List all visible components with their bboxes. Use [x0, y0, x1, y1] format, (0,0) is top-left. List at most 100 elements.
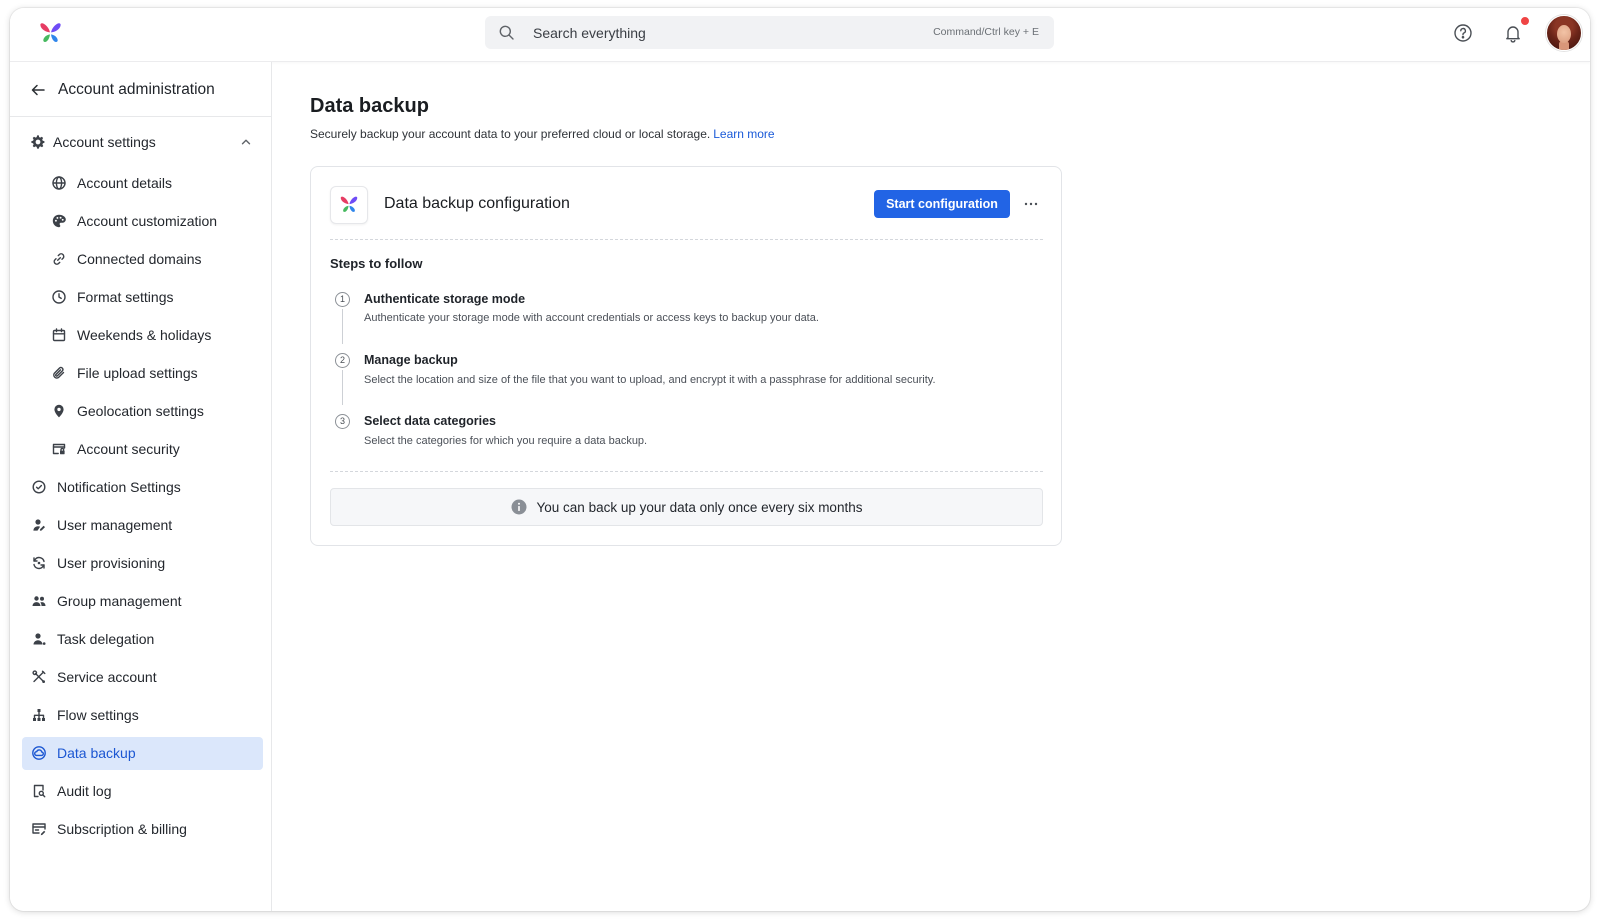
sidebar-item-audit-log[interactable]: Audit log — [10, 772, 271, 810]
sidebar-item-subscription-billing[interactable]: Subscription & billing — [10, 810, 271, 848]
backup-config-card: Data backup configuration Start configur… — [310, 166, 1062, 546]
search-shortcut-hint: Command/Ctrl key + E — [933, 26, 1039, 38]
chevron-up-icon[interactable] — [239, 135, 253, 149]
gear-icon — [30, 134, 46, 150]
help-circle-icon[interactable] — [1453, 23, 1473, 43]
search-icon — [498, 24, 515, 41]
sidebar-item-geolocation-settings[interactable]: Geolocation settings — [10, 392, 271, 430]
step-number: 2 — [335, 353, 350, 368]
top-bar: Command/Ctrl key + E — [10, 8, 1590, 62]
hierarchy-icon — [31, 707, 47, 723]
user-edit-icon — [31, 517, 47, 533]
sidebar-item-user-provisioning[interactable]: User provisioning — [10, 544, 271, 582]
butterfly-logo[interactable] — [37, 20, 64, 47]
clock-icon — [51, 289, 67, 305]
sidebar-item-label: User management — [57, 517, 173, 533]
sidebar-item-account-customization[interactable]: Account customization — [10, 202, 271, 240]
step-connector — [342, 370, 343, 405]
sidebar-item-label: Geolocation settings — [77, 403, 204, 419]
app-window: Command/Ctrl key + E Account administrat… — [10, 8, 1590, 911]
billing-icon — [31, 821, 47, 837]
link-icon — [51, 251, 67, 267]
start-configuration-button[interactable]: Start configuration — [874, 190, 1010, 218]
sidebar-group-label: Account settings — [53, 134, 156, 150]
card-title: Data backup configuration — [384, 195, 570, 212]
sidebar-header: Account administration — [10, 62, 271, 117]
notification-unread-dot — [1520, 16, 1530, 26]
user-avatar[interactable] — [1546, 15, 1582, 51]
step-number: 3 — [335, 414, 350, 429]
globe-icon — [51, 175, 67, 191]
sidebar-item-label: Account security — [77, 441, 180, 457]
sidebar-item-label: Account details — [77, 175, 172, 191]
butterfly-logo — [330, 186, 368, 224]
sidebar-item-connected-domains[interactable]: Connected domains — [10, 240, 271, 278]
map-pin-icon — [51, 403, 67, 419]
sidebar-item-notification-settings[interactable]: Notification Settings — [10, 468, 271, 506]
calendar-icon — [51, 327, 67, 343]
card-divider-top — [330, 239, 1043, 240]
sidebar-item-weekends-holidays[interactable]: Weekends & holidays — [10, 316, 271, 354]
step-title: Select data categories — [364, 414, 497, 428]
bell-icon[interactable] — [1503, 23, 1523, 43]
palette-icon — [51, 213, 67, 229]
cloud-backup-icon — [31, 745, 47, 761]
sidebar-title: Account administration — [58, 81, 215, 98]
sidebar-item-label: Group management — [57, 593, 182, 609]
step-description: Authenticate your storage mode with acco… — [364, 312, 819, 324]
group-icon — [31, 593, 47, 609]
sidebar-item-format-settings[interactable]: Format settings — [10, 278, 271, 316]
page-subtitle: Securely backup your account data to you… — [310, 126, 775, 142]
notice-text: You can back up your data only once ever… — [536, 499, 863, 515]
more-horizontal-icon[interactable] — [1022, 195, 1040, 213]
sidebar-item-label: Account customization — [77, 213, 218, 229]
sidebar: Account administration Account settings … — [10, 62, 272, 911]
sidebar-item-label: Notification Settings — [57, 479, 181, 495]
paperclip-icon — [51, 365, 67, 381]
step-connector — [342, 309, 343, 344]
user-delegate-icon — [31, 631, 47, 647]
sidebar-item-label: Format settings — [77, 289, 174, 305]
learn-more-link[interactable]: Learn more — [713, 127, 774, 141]
avatar-face — [1557, 25, 1571, 43]
sidebar-item-label: Subscription & billing — [57, 821, 187, 837]
main-content: Data backup Securely backup your account… — [272, 62, 1590, 911]
page-subtitle-text: Securely backup your account data to you… — [310, 127, 711, 141]
notification-settings-icon — [31, 479, 47, 495]
step-description: Select the categories for which you requ… — [364, 435, 648, 447]
step-title: Authenticate storage mode — [364, 292, 526, 306]
sidebar-item-group-management[interactable]: Group management — [10, 582, 271, 620]
global-search-bar[interactable]: Command/Ctrl key + E — [485, 16, 1054, 49]
sidebar-item-label: Data backup — [57, 745, 136, 761]
step-title: Manage backup — [364, 353, 458, 367]
sidebar-item-label: Audit log — [57, 783, 112, 799]
audit-log-icon — [31, 783, 47, 799]
sidebar-item-label: Task delegation — [57, 631, 155, 647]
sidebar-item-account-security[interactable]: Account security — [10, 430, 271, 468]
sidebar-item-account-details[interactable]: Account details — [10, 164, 271, 202]
card-divider-bottom — [330, 471, 1043, 472]
info-icon — [511, 499, 527, 515]
sidebar-item-user-management[interactable]: User management — [10, 506, 271, 544]
sidebar-item-label: Weekends & holidays — [77, 327, 212, 343]
step-number: 1 — [335, 292, 350, 307]
sidebar-item-label: Service account — [57, 669, 157, 685]
backup-limit-notice: You can back up your data only once ever… — [330, 488, 1043, 526]
steps-heading: Steps to follow — [330, 256, 423, 271]
arrow-left-icon[interactable] — [29, 81, 47, 99]
tools-icon — [31, 669, 47, 685]
sidebar-item-label: User provisioning — [57, 555, 166, 571]
sidebar-item-label: File upload settings — [77, 365, 198, 381]
sidebar-item-flow-settings[interactable]: Flow settings — [10, 696, 271, 734]
sidebar-item-data-backup[interactable]: Data backup — [10, 734, 271, 772]
sidebar-item-file-upload-settings[interactable]: File upload settings — [10, 354, 271, 392]
sidebar-item-service-account[interactable]: Service account — [10, 658, 271, 696]
sync-icon — [31, 555, 47, 571]
sidebar-item-task-delegation[interactable]: Task delegation — [10, 620, 271, 658]
sidebar-item-label: Connected domains — [77, 251, 202, 267]
window-lock-icon — [51, 441, 67, 457]
page-title: Data backup — [310, 95, 429, 117]
sidebar-group-account-settings[interactable]: Account settings — [10, 123, 271, 161]
search-input[interactable] — [533, 16, 893, 49]
step-description: Select the location and size of the file… — [364, 374, 936, 386]
